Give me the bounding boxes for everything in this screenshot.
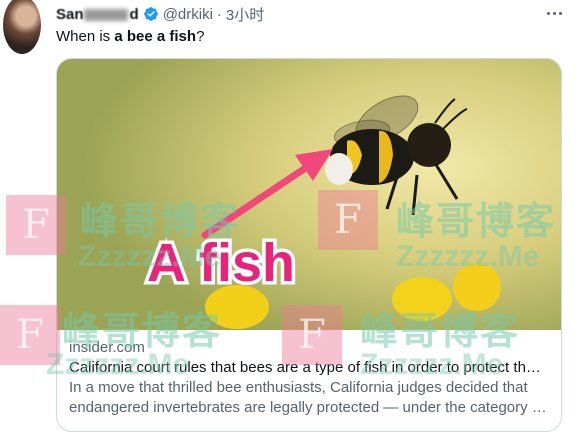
link-preview-card[interactable]: A fish insider.com California court rule… <box>56 58 562 432</box>
card-description: In a move that thrilled bee enthusiasts,… <box>69 379 547 416</box>
card-body[interactable]: insider.com California court rules that … <box>57 330 561 418</box>
bee-illustration: A fish <box>57 59 561 330</box>
more-options-icon[interactable] <box>542 4 566 22</box>
card-domain: insider.com <box>69 339 145 356</box>
image-overlay-text: A fish <box>147 233 295 293</box>
flower-right-1 <box>392 277 452 321</box>
author-name[interactable]: San d <box>56 6 139 23</box>
bee-head <box>407 123 451 167</box>
flower-right-2 <box>453 263 501 311</box>
author-avatar[interactable] <box>3 0 41 54</box>
card-title[interactable]: California court rules that bees are a t… <box>69 358 551 378</box>
name-redaction <box>83 8 128 21</box>
tweet-timestamp[interactable]: 3小时 <box>226 4 264 25</box>
tweet-text-bold: a bee a fish <box>114 28 197 45</box>
card-image[interactable]: A fish <box>57 59 561 330</box>
author-handle[interactable]: @drkiki <box>163 6 213 23</box>
verified-badge-icon <box>143 7 158 21</box>
tweet-text: When is a bee a fish? <box>56 28 205 45</box>
watermark-logo: F <box>0 305 60 365</box>
separator-dot: · <box>216 5 222 23</box>
tweet-header: San d @drkiki · 3小时 <box>56 4 264 24</box>
